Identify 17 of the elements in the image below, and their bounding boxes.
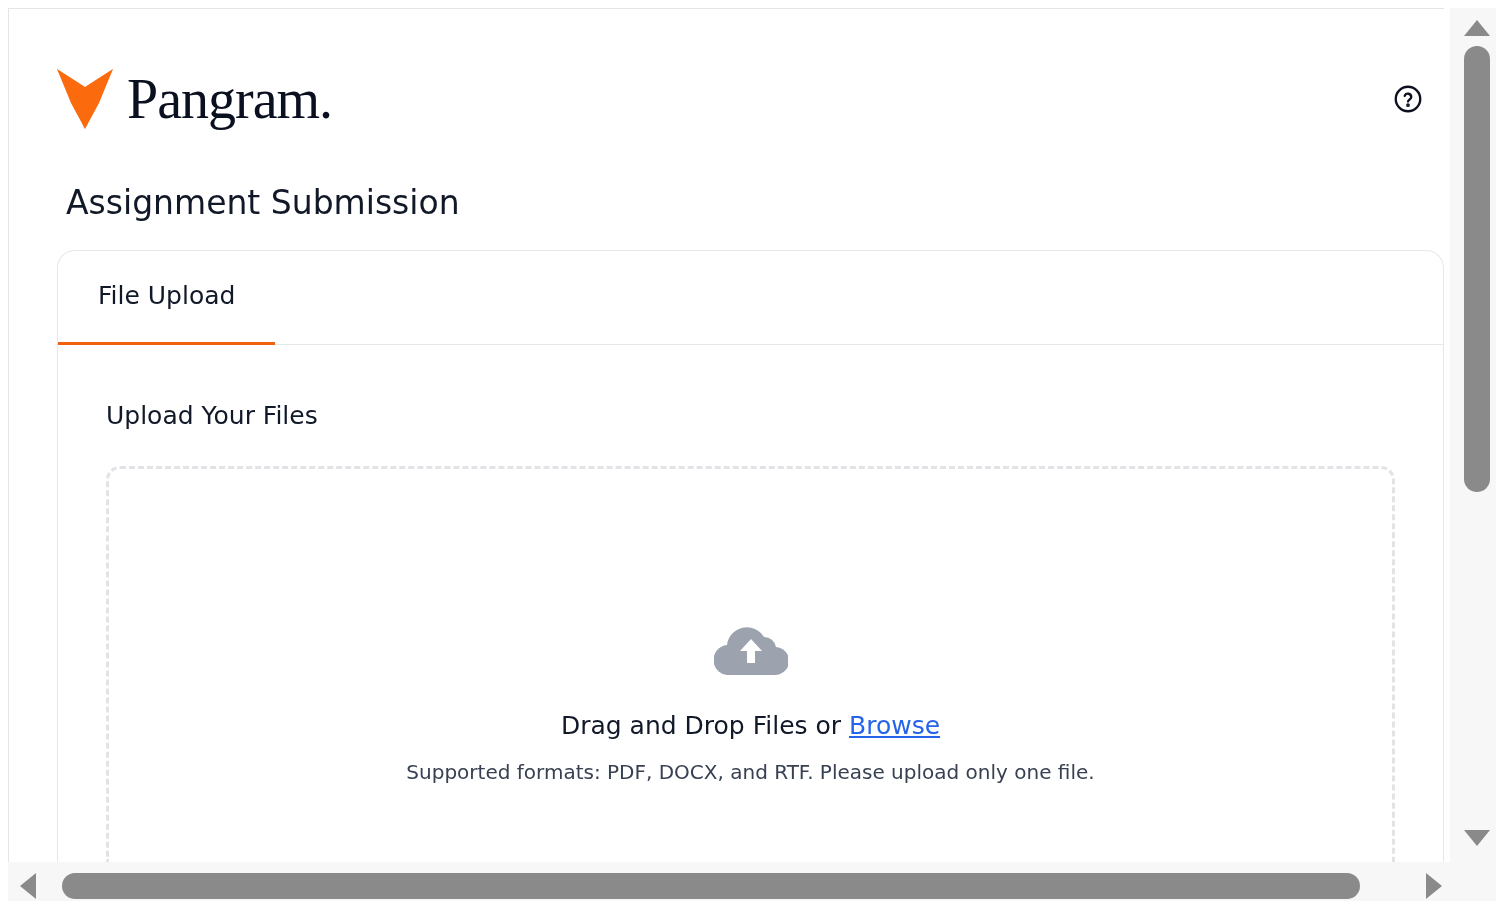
scroll-left-icon[interactable] xyxy=(18,871,38,900)
page-title: Assignment Submission xyxy=(66,183,461,222)
browse-link[interactable]: Browse xyxy=(849,710,941,740)
scrollbar-thumb[interactable] xyxy=(1464,46,1490,492)
scrollbar-thumb[interactable] xyxy=(62,872,1360,899)
scroll-down-icon[interactable] xyxy=(1463,828,1491,848)
help-icon[interactable] xyxy=(1394,85,1422,113)
scroll-right-icon[interactable] xyxy=(1424,871,1444,900)
logo-wordmark: Pangram. xyxy=(127,67,333,131)
vertical-scrollbar[interactable] xyxy=(1450,8,1496,862)
scroll-up-icon[interactable] xyxy=(1463,18,1491,38)
fox-logo-icon xyxy=(57,69,113,129)
formats-hint: Supported formats: PDF, DOCX, and RTF. Please upload only one file. xyxy=(406,759,1095,784)
drop-prompt: Drag and Drop Files or Browse xyxy=(560,710,941,740)
tab[interactable]: File Upload xyxy=(58,251,276,345)
section-heading: Upload Your Files xyxy=(106,400,319,430)
horizontal-scrollbar[interactable] xyxy=(8,862,1496,901)
